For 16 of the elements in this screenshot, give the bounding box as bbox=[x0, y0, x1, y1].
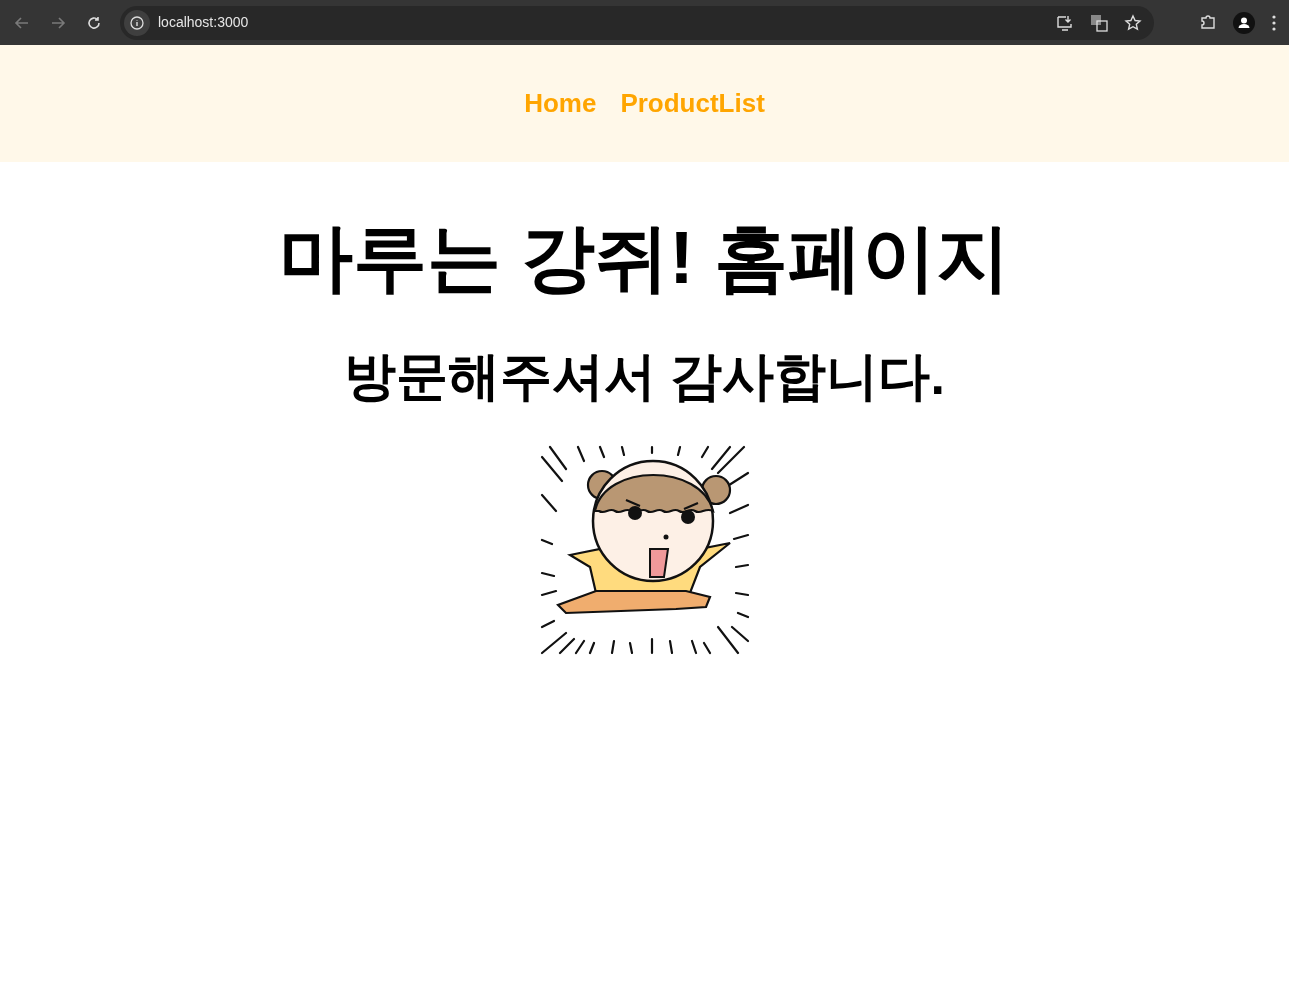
puzzle-icon[interactable] bbox=[1199, 13, 1217, 32]
info-icon[interactable] bbox=[124, 9, 150, 36]
star-icon[interactable] bbox=[1124, 13, 1142, 32]
page-heading: 마루는 강쥐! 홈페이지 bbox=[277, 215, 1012, 301]
page-subheading: 방문해주셔서 감사합니다. bbox=[343, 345, 946, 407]
reload-icon[interactable] bbox=[86, 14, 102, 31]
back-arrow-icon[interactable] bbox=[14, 14, 30, 31]
profile-icon[interactable] bbox=[1233, 11, 1255, 34]
translate-icon[interactable] bbox=[1090, 13, 1108, 32]
menu-icon[interactable] bbox=[1271, 13, 1277, 32]
nav-link[interactable]: Home bbox=[524, 84, 597, 123]
address-bar[interactable]: localhost:3000 bbox=[120, 5, 1154, 40]
nav-link[interactable]: ProductList bbox=[620, 84, 765, 123]
url-text: localhost:3000 bbox=[158, 13, 249, 32]
install-icon[interactable] bbox=[1056, 13, 1074, 32]
forward-arrow-icon[interactable] bbox=[50, 14, 66, 31]
